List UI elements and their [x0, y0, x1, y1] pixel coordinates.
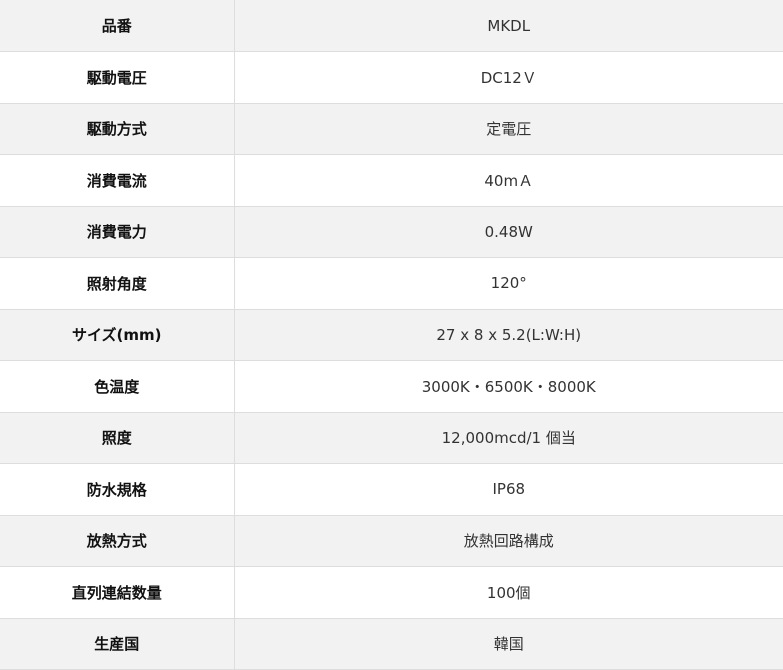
- spec-value: 40mＡ: [234, 154, 783, 207]
- spec-value: 放熱回路構成: [234, 515, 783, 567]
- spec-value: 100個: [234, 566, 783, 619]
- table-row: 駆動方式 定電圧: [0, 103, 783, 155]
- spec-value: 120°: [234, 257, 783, 310]
- table-row: 放熱方式 放熱回路構成: [0, 515, 783, 567]
- spec-label: 色温度: [0, 360, 235, 413]
- spec-label: 駆動方式: [0, 103, 235, 155]
- spec-value: 3000K・6500K・8000K: [234, 360, 783, 413]
- spec-label: サイズ(mm): [0, 309, 235, 361]
- spec-value: 0.48W: [234, 206, 783, 258]
- spec-label: 消費電流: [0, 154, 235, 207]
- spec-value: 27 x 8 x 5.2(L:W:H): [234, 309, 783, 361]
- spec-label: 消費電力: [0, 206, 235, 258]
- spec-value: 定電圧: [234, 103, 783, 155]
- spec-label: 照射角度: [0, 257, 235, 310]
- table-row: 照射角度 120°: [0, 257, 783, 310]
- table-row: 消費電力 0.48W: [0, 206, 783, 258]
- spec-label: 防水規格: [0, 463, 235, 516]
- spec-label: 直列連結数量: [0, 566, 235, 619]
- table-row: 消費電流 40mＡ: [0, 154, 783, 207]
- spec-label: 品番: [0, 0, 235, 52]
- table-row: 駆動電圧 DC12Ｖ: [0, 51, 783, 104]
- table-row: 色温度 3000K・6500K・8000K: [0, 360, 783, 413]
- table-row: 品番 MKDL: [0, 0, 783, 52]
- spec-table: 品番 MKDL 駆動電圧 DC12Ｖ 駆動方式 定電圧 消費電流 40mＡ 消費…: [0, 0, 783, 670]
- table-row: 防水規格 IP68: [0, 463, 783, 516]
- spec-value: MKDL: [234, 0, 783, 52]
- table-row: 照度 12,000mcd/1 個当: [0, 412, 783, 464]
- spec-label: 放熱方式: [0, 515, 235, 567]
- spec-label: 生産国: [0, 618, 235, 670]
- spec-value: IP68: [234, 463, 783, 516]
- table-row: 直列連結数量 100個: [0, 566, 783, 619]
- spec-value: 韓国: [234, 618, 783, 670]
- table-row: 生産国 韓国: [0, 618, 783, 670]
- spec-label: 駆動電圧: [0, 51, 235, 104]
- table-row: サイズ(mm) 27 x 8 x 5.2(L:W:H): [0, 309, 783, 361]
- spec-label: 照度: [0, 412, 235, 464]
- spec-value: DC12Ｖ: [234, 51, 783, 104]
- spec-value: 12,000mcd/1 個当: [234, 412, 783, 464]
